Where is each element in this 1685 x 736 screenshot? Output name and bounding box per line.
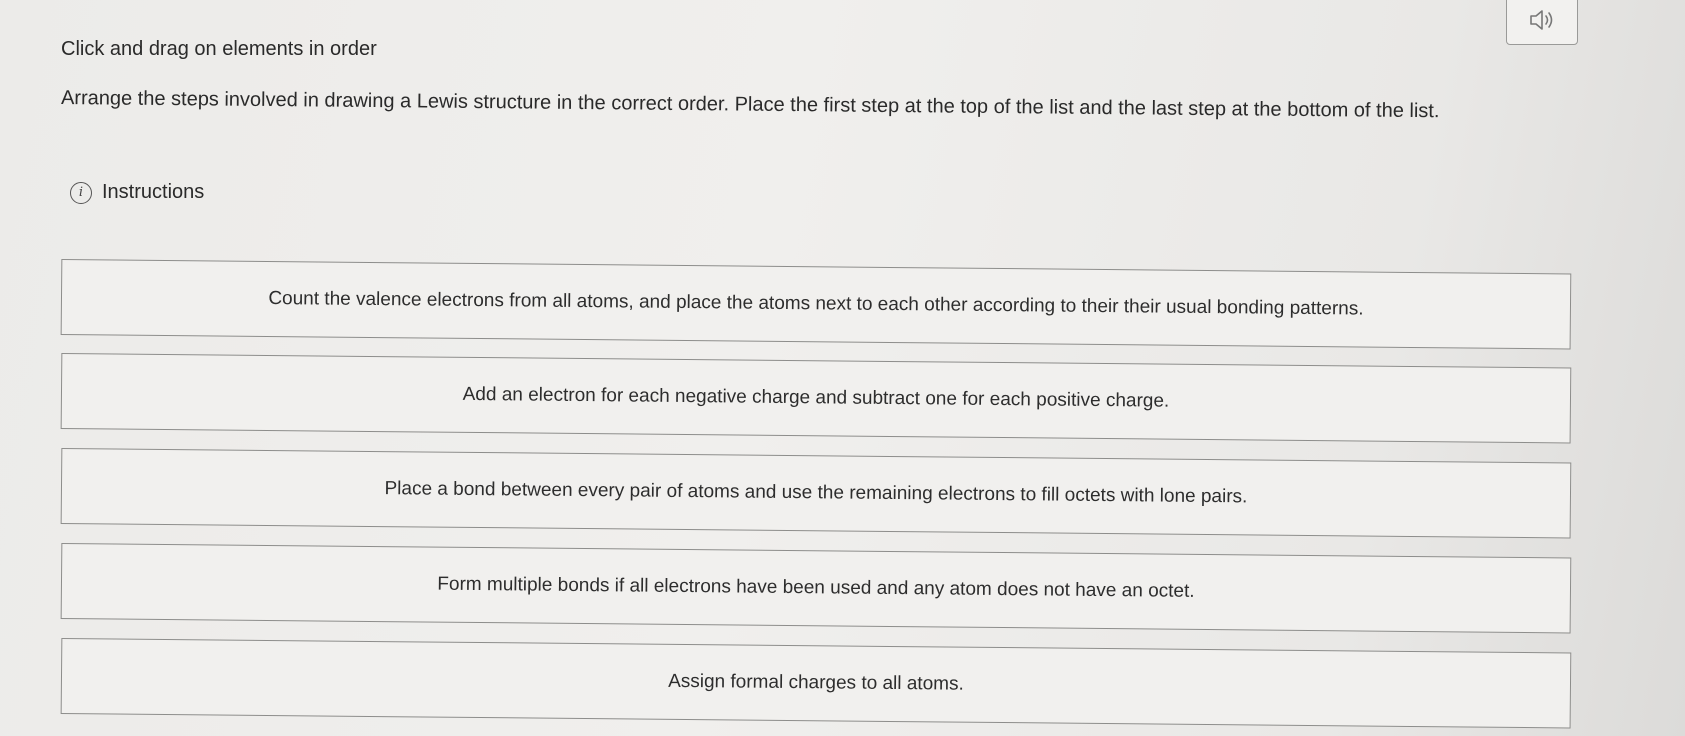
page: Click and drag on elements in order Arra…: [0, 0, 1685, 736]
step-label: Form multiple bonds if all electrons hav…: [437, 573, 1195, 602]
draggable-step-4[interactable]: Form multiple bonds if all electrons hav…: [60, 543, 1572, 634]
draggable-step-2[interactable]: Add an electron for each negative charge…: [60, 353, 1572, 444]
draggable-step-1[interactable]: Count the valence electrons from all ato…: [60, 259, 1572, 350]
step-label: Place a bond between every pair of atoms…: [384, 478, 1248, 508]
step-label: Assign formal charges to all atoms.: [668, 670, 964, 695]
draggable-step-3[interactable]: Place a bond between every pair of atoms…: [60, 448, 1572, 539]
draggable-step-5[interactable]: Assign formal charges to all atoms.: [60, 638, 1572, 729]
steps-list: Count the valence electrons from all ato…: [0, 0, 1685, 736]
step-label: Add an electron for each negative charge…: [462, 383, 1170, 412]
step-label: Count the valence electrons from all ato…: [268, 287, 1364, 320]
